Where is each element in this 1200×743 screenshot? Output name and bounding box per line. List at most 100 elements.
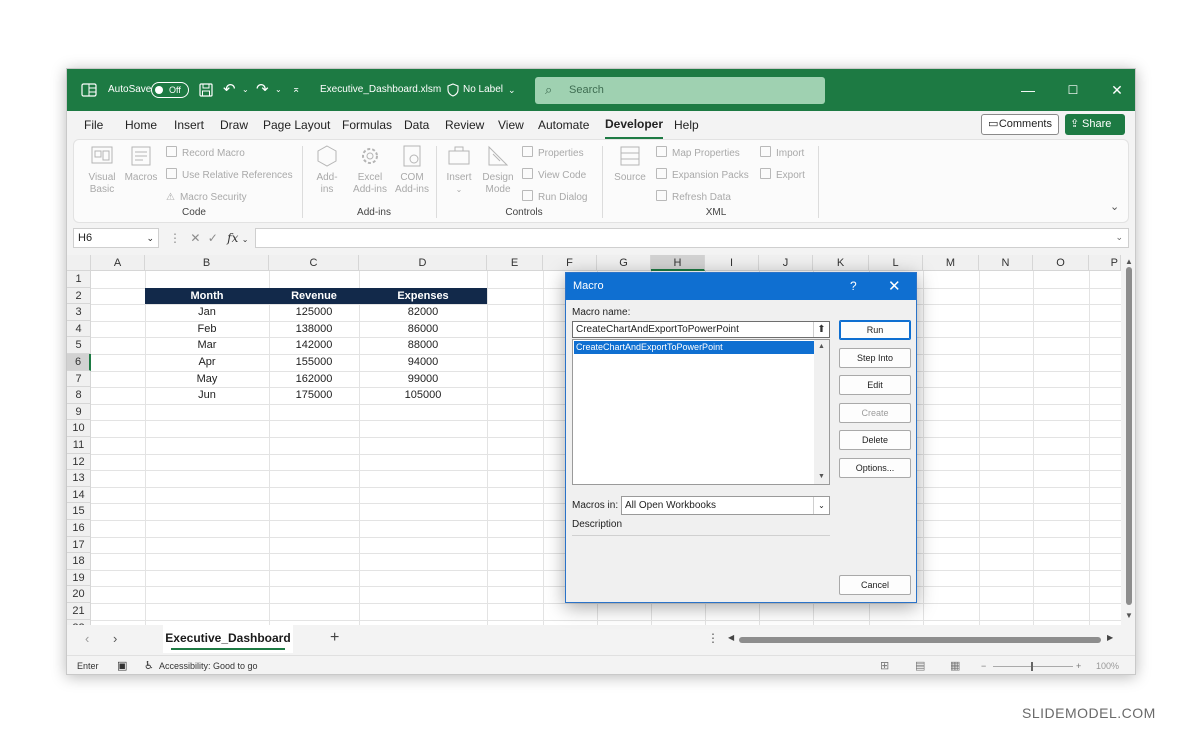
- relative-references-button[interactable]: Use Relative References: [166, 166, 293, 186]
- column-header-selected[interactable]: H: [651, 255, 705, 271]
- properties-button[interactable]: Properties: [522, 144, 584, 164]
- expansion-packs-button[interactable]: Expansion Packs: [656, 166, 749, 186]
- column-header[interactable]: G: [597, 255, 651, 271]
- run-button[interactable]: Run: [839, 320, 911, 340]
- import-button[interactable]: Import: [760, 144, 804, 164]
- row-header[interactable]: 20: [67, 586, 91, 603]
- macro-name-input[interactable]: CreateChartAndExportToPowerPoint ⬆: [572, 321, 830, 338]
- row-header[interactable]: 13: [67, 470, 91, 487]
- zoom-out-icon[interactable]: −: [981, 656, 986, 674]
- undo-dropdown-icon[interactable]: ⌄: [242, 69, 249, 111]
- table-cell[interactable]: 88000: [359, 337, 487, 354]
- sensitivity-shield-icon[interactable]: [447, 83, 459, 97]
- macros-in-select[interactable]: All Open Workbooks ⌄: [621, 496, 830, 515]
- row-header[interactable]: 1: [67, 271, 91, 288]
- scroll-right-icon[interactable]: ▶: [1107, 633, 1113, 642]
- table-cell[interactable]: Jun: [145, 387, 269, 404]
- tab-review[interactable]: Review: [445, 111, 484, 139]
- vertical-scrollbar[interactable]: ▲ ▼: [1121, 255, 1135, 625]
- table-cell[interactable]: Apr: [145, 354, 269, 371]
- column-header[interactable]: E: [487, 255, 543, 271]
- row-header[interactable]: 21: [67, 603, 91, 620]
- table-cell[interactable]: 99000: [359, 371, 487, 388]
- column-header[interactable]: A: [91, 255, 145, 271]
- macro-list[interactable]: CreateChartAndExportToPowerPoint ▲ ▼: [572, 339, 830, 485]
- row-header[interactable]: 17: [67, 536, 91, 554]
- table-cell[interactable]: 162000: [269, 371, 359, 388]
- prev-sheet-icon[interactable]: ‹: [85, 631, 89, 646]
- more-options-icon[interactable]: ⋮: [169, 231, 181, 245]
- table-cell[interactable]: 105000: [359, 387, 487, 404]
- row-header[interactable]: 3: [67, 304, 91, 321]
- list-scroll-down-icon[interactable]: ▼: [814, 473, 829, 480]
- column-header[interactable]: L: [869, 255, 923, 271]
- column-header[interactable]: C: [269, 255, 359, 271]
- row-header[interactable]: 7: [67, 370, 91, 388]
- tab-developer[interactable]: Developer: [605, 111, 664, 139]
- column-header[interactable]: D: [359, 255, 487, 271]
- design-mode-button[interactable]: Design Mode: [480, 144, 516, 196]
- customize-qat-icon[interactable]: ⌅: [292, 69, 300, 111]
- table-cell[interactable]: 94000: [359, 354, 487, 371]
- macro-list-scrollbar[interactable]: ▲ ▼: [814, 340, 829, 484]
- redo-dropdown-icon[interactable]: ⌄: [275, 69, 282, 111]
- row-header[interactable]: 19: [67, 569, 91, 587]
- step-into-button[interactable]: Step Into: [839, 348, 911, 368]
- close-icon[interactable]: ✕: [1099, 69, 1135, 111]
- row-header[interactable]: 11: [67, 437, 91, 454]
- dialog-close-icon[interactable]: ✕: [888, 273, 901, 300]
- refresh-data-button[interactable]: Refresh Data: [656, 188, 731, 208]
- ribbon-expand-icon[interactable]: ⌄: [1110, 200, 1119, 213]
- sheet-tab-executive-dashboard[interactable]: Executive_Dashboard: [163, 625, 293, 653]
- column-header[interactable]: O: [1033, 255, 1089, 271]
- excel-addins-button[interactable]: Excel Add-ins: [350, 144, 390, 196]
- macros-in-dropdown-icon[interactable]: ⌄: [813, 497, 829, 514]
- add-sheet-icon[interactable]: +: [330, 629, 339, 647]
- page-break-preview-icon[interactable]: ▦: [950, 656, 960, 674]
- table-cell[interactable]: 125000: [269, 304, 359, 321]
- row-header[interactable]: 12: [67, 453, 91, 471]
- edit-button[interactable]: Edit: [839, 375, 911, 395]
- tab-draw[interactable]: Draw: [220, 111, 248, 139]
- normal-view-icon[interactable]: ⊞: [880, 656, 889, 674]
- cancel-icon[interactable]: ✕: [190, 231, 200, 245]
- horizontal-scroll-thumb[interactable]: [739, 637, 1101, 643]
- export-button[interactable]: Export: [760, 166, 805, 186]
- insert-control-button[interactable]: Insert ⌄: [444, 144, 474, 196]
- table-header-expenses[interactable]: Expenses: [359, 288, 487, 304]
- tab-file[interactable]: File: [84, 111, 103, 139]
- tab-insert[interactable]: Insert: [174, 111, 204, 139]
- row-header[interactable]: 4: [67, 320, 91, 338]
- row-header[interactable]: 14: [67, 486, 91, 504]
- table-cell[interactable]: 138000: [269, 321, 359, 338]
- tab-formulas[interactable]: Formulas: [342, 111, 392, 139]
- column-header[interactable]: N: [979, 255, 1033, 271]
- table-cell[interactable]: 175000: [269, 387, 359, 404]
- help-icon[interactable]: ?: [850, 273, 857, 300]
- table-header-revenue[interactable]: Revenue: [269, 288, 359, 304]
- table-cell[interactable]: Feb: [145, 321, 269, 338]
- tab-data[interactable]: Data: [404, 111, 429, 139]
- options-button[interactable]: Options...: [839, 458, 911, 478]
- fx-dropdown-icon[interactable]: ⌄: [242, 235, 249, 244]
- zoom-slider-thumb[interactable]: [1031, 662, 1033, 671]
- row-header[interactable]: 18: [67, 553, 91, 570]
- run-dialog-button[interactable]: Run Dialog: [522, 188, 587, 208]
- column-header[interactable]: M: [923, 255, 979, 271]
- formula-expand-icon[interactable]: ⌄: [1115, 232, 1123, 243]
- enter-icon[interactable]: ✓: [208, 231, 218, 245]
- scroll-down-icon[interactable]: ▼: [1121, 611, 1135, 620]
- create-button[interactable]: Create: [839, 403, 911, 423]
- row-header[interactable]: 2: [67, 287, 91, 305]
- sensitivity-dropdown-icon[interactable]: ⌄: [508, 69, 516, 111]
- search-box[interactable]: ⌕ Search: [535, 77, 825, 104]
- row-header[interactable]: 10: [67, 420, 91, 437]
- source-button[interactable]: Source: [612, 144, 648, 184]
- formula-input[interactable]: ⌄: [255, 228, 1129, 248]
- tab-page-layout[interactable]: Page Layout: [263, 111, 330, 139]
- sensitivity-label[interactable]: No Label: [463, 69, 503, 111]
- redo-icon[interactable]: ↷: [256, 69, 269, 111]
- table-cell[interactable]: 86000: [359, 321, 487, 338]
- zoom-in-icon[interactable]: +: [1076, 656, 1081, 674]
- com-addins-button[interactable]: COM Add-ins: [392, 144, 432, 196]
